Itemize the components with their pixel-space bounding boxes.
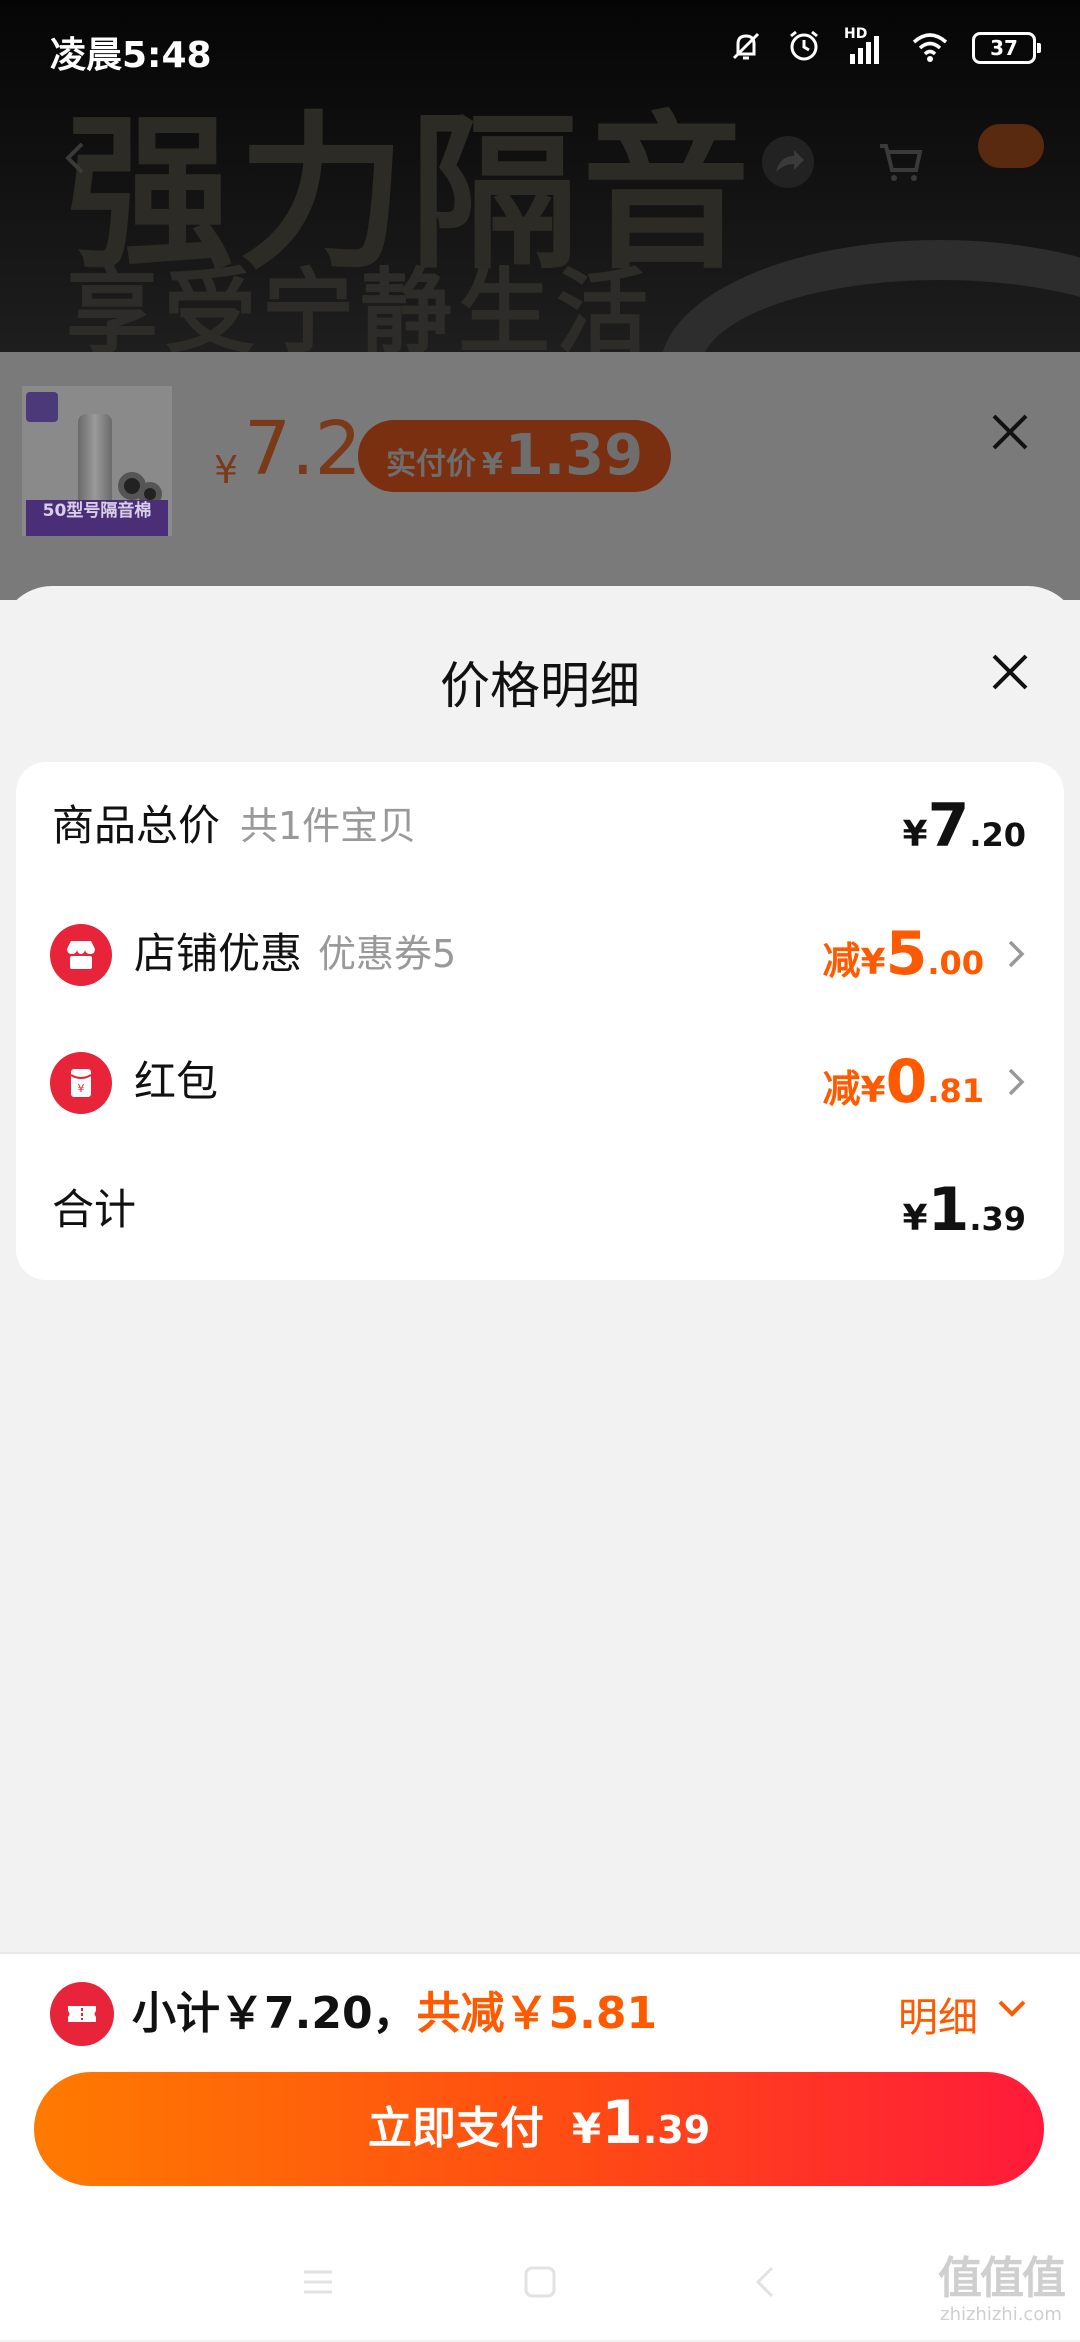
- close-icon[interactable]: [986, 408, 1034, 456]
- alarm-clock-icon: [786, 28, 822, 68]
- watermark-text: zhizhizhi.com: [940, 2304, 1062, 2325]
- red-packet-icon: ¥: [50, 1052, 112, 1114]
- cart-icon[interactable]: [868, 130, 932, 194]
- thumbnail-pipe: [78, 414, 112, 514]
- amount-decimal: .81: [927, 1072, 984, 1110]
- product-summary-strip: 50型号隔音棉 ¥ 7.2 实付价 ¥ 1.39: [0, 352, 1080, 600]
- amount-integer: 0: [885, 1047, 928, 1117]
- pay-amount-decimal: .39: [642, 2108, 711, 2152]
- pay-amount-integer: 1: [601, 2088, 643, 2158]
- minus-prefix: 减: [822, 1067, 861, 1111]
- pay-button-label: 立即支付: [367, 2103, 544, 2154]
- row-label: 合计: [52, 1185, 137, 1234]
- menu-icon[interactable]: [298, 2262, 338, 2302]
- row-label: 店铺优惠: [134, 929, 303, 978]
- amount-integer: 1: [927, 1175, 970, 1245]
- currency-symbol: ¥: [902, 814, 928, 855]
- status-time: 凌晨5:48: [50, 35, 212, 76]
- product-price: 7.2: [244, 406, 362, 492]
- red-packet-amount: 减 ¥ 0 .81: [822, 1018, 984, 1146]
- back-icon[interactable]: [746, 2262, 786, 2302]
- row-goods-total: 商品总价 共1件宝贝 ¥ 7 .20: [16, 762, 1064, 890]
- system-navigation-bar: [0, 2212, 1080, 2342]
- paid-price-pill: 实付价 ¥ 1.39: [358, 420, 672, 492]
- amount-decimal: .20: [969, 816, 1026, 854]
- subtotal-summary: 小计￥7.20，共减￥5.81: [132, 1984, 657, 2044]
- grand-total-amount: ¥ 1 .39: [903, 1146, 1027, 1274]
- chevron-down-icon: [994, 1991, 1030, 2037]
- detail-toggle-label: 明细: [898, 1995, 978, 2041]
- product-thumbnail: 50型号隔音棉: [22, 386, 172, 536]
- status-icons: HD 37: [728, 24, 1041, 72]
- discount-total-text: 共减￥5.81: [416, 1988, 658, 2039]
- product-price-symbol: ¥: [214, 448, 239, 492]
- banner-subline: 享受宁静生活: [66, 259, 655, 352]
- svg-text:¥: ¥: [78, 1082, 85, 1095]
- row-label: 红包: [134, 1057, 219, 1106]
- home-icon[interactable]: [520, 2262, 560, 2302]
- price-detail-card: 商品总价 共1件宝贝 ¥ 7 .20 店铺优惠 优惠券5 减 ¥ 5 .00 ¥…: [16, 762, 1064, 1280]
- row-grand-total: 合计 ¥ 1 .39: [16, 1146, 1064, 1274]
- amount-integer: 5: [885, 919, 928, 989]
- watermark-mark: 值值值: [938, 2253, 1066, 2304]
- row-sub: 共1件宝贝: [240, 804, 417, 848]
- row-label: 商品总价: [52, 801, 221, 850]
- currency-symbol: ¥: [860, 942, 886, 983]
- amount-decimal: .00: [927, 944, 984, 982]
- pay-now-button[interactable]: 立即支付 ¥ 1 .39: [34, 2072, 1044, 2186]
- watermark-logo: 值值值 zhizhizhi.com: [926, 2254, 1076, 2334]
- paid-price-symbol: ¥: [482, 447, 503, 482]
- row-red-packet[interactable]: ¥ 红包 减 ¥ 0 .81: [16, 1018, 1064, 1146]
- thumbnail-caption: 50型号隔音棉: [26, 500, 168, 536]
- row-sub: 优惠券5: [318, 932, 457, 976]
- status-bar: 凌晨5:48 HD 37: [0, 0, 1080, 96]
- thumbnail-tag: [26, 392, 58, 422]
- goods-total-amount: ¥ 7 .20: [903, 762, 1027, 890]
- sheet-close-icon[interactable]: [986, 648, 1034, 696]
- minus-prefix: 减: [822, 939, 861, 983]
- chevron-right-icon: [998, 1062, 1034, 1102]
- currency-symbol: ¥: [860, 1070, 886, 1111]
- dimmed-product-page: 强力隔音 享受宁静生活 凌晨5:48 HD 37 50型号隔音棉 ¥ 7.2 实…: [0, 0, 1080, 600]
- ticket-icon: [50, 1982, 114, 2046]
- signal-icon: HD: [844, 26, 888, 66]
- shop-icon: [50, 924, 112, 986]
- more-menu-badge[interactable]: [978, 124, 1044, 168]
- row-shop-discount[interactable]: 店铺优惠 优惠券5 减 ¥ 5 .00: [16, 890, 1064, 1018]
- paid-price-amount: 1.39: [504, 423, 644, 488]
- mute-bell-icon: [728, 28, 764, 68]
- paid-price-label: 实付价: [386, 447, 476, 482]
- back-arrow-icon[interactable]: [44, 126, 108, 190]
- currency-symbol: ¥: [902, 1198, 928, 1239]
- amount-decimal: .39: [969, 1200, 1026, 1238]
- battery-indicator: 37: [972, 32, 1041, 64]
- share-icon[interactable]: [756, 130, 820, 194]
- amount-integer: 7: [927, 791, 970, 861]
- subtotal-text: 小计￥7.20，: [132, 1988, 417, 2039]
- detail-toggle-button[interactable]: 明细: [898, 1984, 1030, 2044]
- shop-discount-amount: 减 ¥ 5 .00: [822, 890, 984, 1018]
- chevron-right-icon: [998, 934, 1034, 974]
- pay-currency-symbol: ¥: [571, 2104, 602, 2153]
- checkout-bar: 小计￥7.20，共减￥5.81 明细 立即支付 ¥ 1 .39: [0, 1952, 1080, 2340]
- wifi-icon: [910, 28, 950, 68]
- sheet-title: 价格明细: [440, 657, 640, 715]
